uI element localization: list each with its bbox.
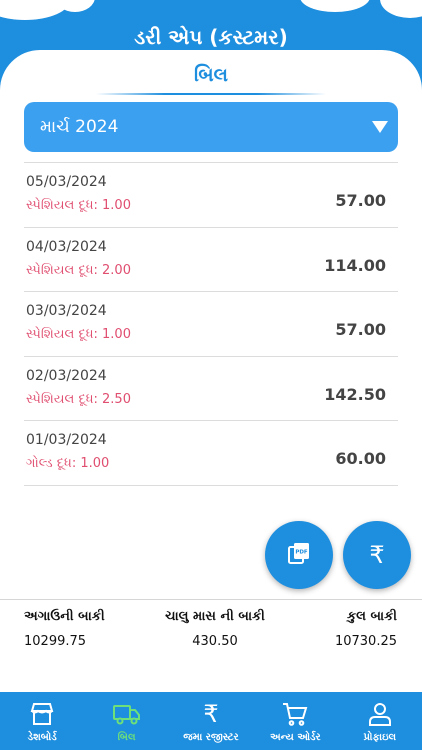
current-month-balance-value: 430.50: [192, 634, 238, 649]
app-title: ડરી એપ (કસ્ટમર): [134, 25, 288, 49]
bill-amount: 57.00: [335, 191, 386, 210]
bill-item: સ્પેશિયલ દૂધ: 2.00: [26, 262, 131, 278]
bill-amount: 142.50: [324, 384, 386, 404]
milk-drip-decoration: [380, 0, 422, 18]
bill-date: 05/03/2024: [26, 174, 107, 190]
cart-icon: [281, 700, 309, 728]
nav-item-bill[interactable]: બિલ: [84, 692, 168, 750]
bill-item: સ્પેશિયલ દૂધ: 2.50: [26, 391, 131, 407]
bill-row[interactable]: 01/03/2024 ગોલ્ડ દૂધ: 1.00 60.00: [24, 421, 398, 486]
nav-label: બિલ: [117, 732, 136, 743]
previous-balance: અગાઉની બાકી 10299.75: [24, 609, 105, 649]
page-title: બિલ: [194, 64, 228, 86]
total-balance: કુલ બાકી 10730.25: [335, 609, 397, 649]
bill-date: 04/03/2024: [26, 238, 107, 255]
bill-row[interactable]: 02/03/2024 સ્પેશિયલ દૂધ: 2.50 142.50: [24, 357, 398, 422]
total-balance-label: કુલ બાકી: [346, 609, 397, 624]
nav-item-dashboard[interactable]: ડેશબોર્ડ: [0, 692, 84, 750]
download-pdf-button[interactable]: PDF: [265, 521, 333, 589]
bill-row[interactable]: 05/03/2024 સ્પેશિયલ દૂધ: 1.00 57.00: [24, 163, 398, 228]
previous-balance-value: 10299.75: [24, 634, 87, 649]
total-balance-value: 10730.25: [334, 634, 397, 649]
payment-button[interactable]: ₹: [343, 521, 411, 589]
bill-amount: 60.00: [335, 449, 386, 469]
truck-icon: [112, 700, 141, 728]
title-underline: [96, 93, 326, 95]
store-icon: [28, 700, 56, 728]
previous-balance-label: અગાઉની બાકી: [24, 609, 105, 624]
nav-label: અન્ય ઓર્ડર: [270, 732, 321, 743]
bill-amount: 57.00: [335, 320, 386, 340]
nav-label: જમા રજીસ્ટર: [183, 732, 239, 743]
bottom-nav: ડેશબોર્ડ બિલ ₹ જમા રજીસ્ટર અન્ય ઓર્ડર પ્…: [0, 692, 422, 750]
bill-item: સ્પેશિયલ દૂધ: 1.00: [26, 198, 131, 213]
chevron-down-icon: [372, 121, 388, 133]
month-dropdown-value: માર્ચ 2024: [40, 117, 119, 137]
bill-item: સ્પેશિયલ દૂધ: 1.00: [26, 327, 131, 343]
rupee-icon: ₹: [203, 700, 219, 728]
pdf-icon: PDF: [287, 541, 311, 569]
nav-item-profile[interactable]: પ્રોફાઇલ: [338, 692, 422, 750]
nav-item-deposit-register[interactable]: ₹ જમા રજીસ્ટર: [169, 692, 253, 750]
svg-text:PDF: PDF: [295, 550, 308, 556]
current-month-balance: ચાલુ માસ ની બાકી 430.50: [150, 609, 280, 649]
milk-drip-decoration: [300, 0, 370, 12]
bill-item: ગોલ્ડ દૂધ: 1.00: [26, 456, 110, 472]
bill-date: 01/03/2024: [26, 432, 107, 449]
bill-row[interactable]: 04/03/2024 સ્પેશિયલ દૂધ: 2.00 114.00: [24, 228, 398, 293]
bill-amount: 114.00: [324, 255, 386, 275]
current-month-balance-label: ચાલુ માસ ની બાકી: [165, 609, 265, 624]
bill-list: 05/03/2024 સ્પેશિયલ દૂધ: 1.00 57.00 04/0…: [24, 162, 398, 486]
month-dropdown[interactable]: માર્ચ 2024: [24, 102, 398, 152]
user-icon: [366, 700, 394, 728]
bill-date: 03/03/2024: [26, 303, 107, 320]
bill-date: 02/03/2024: [26, 367, 107, 384]
nav-label: ડેશબોર્ડ: [27, 732, 57, 743]
nav-item-other-order[interactable]: અન્ય ઓર્ડર: [253, 692, 337, 750]
nav-label: પ્રોફાઇલ: [363, 732, 397, 743]
bill-row[interactable]: 03/03/2024 સ્પેશિયલ દૂધ: 1.00 57.00: [24, 292, 398, 357]
rupee-icon: ₹: [369, 541, 385, 569]
summary-divider: [0, 599, 422, 600]
